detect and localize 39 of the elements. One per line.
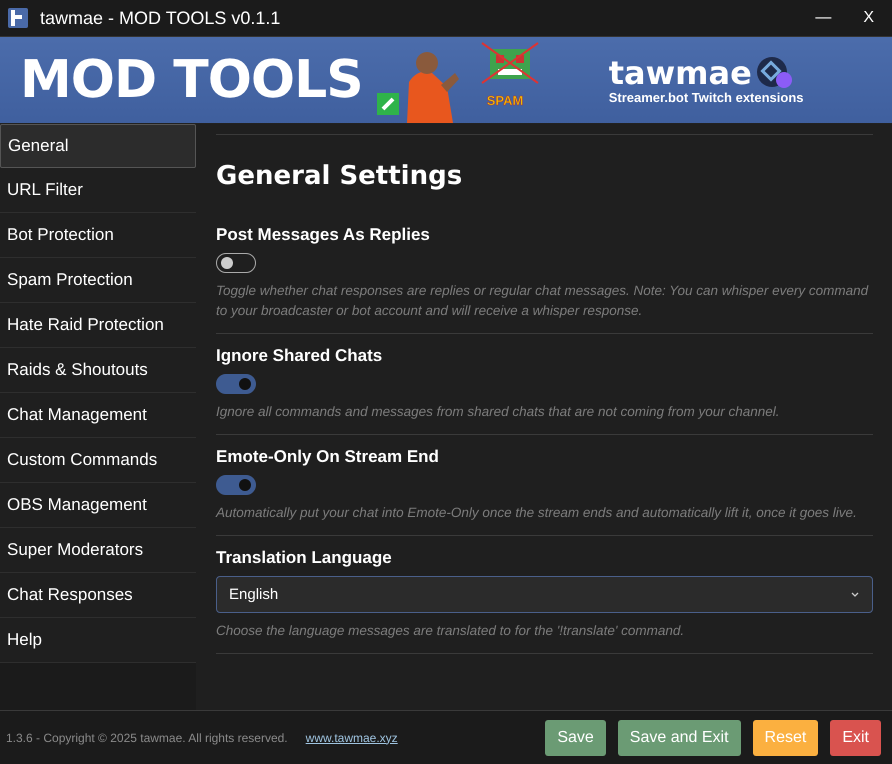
sidebar-item[interactable]: Hate Raid Protection xyxy=(0,303,196,348)
sidebar-item[interactable]: Help xyxy=(0,618,196,663)
setting-description: Automatically put your chat into Emote-Only once the stream ends and automatically lift it, once it goes live. xyxy=(216,504,858,522)
window-title: tawmae - MOD TOOLS v0.1.1 xyxy=(40,8,282,28)
chevron-icon xyxy=(850,590,860,599)
banner-title: MOD TOOLS xyxy=(20,50,363,110)
setting-description: Toggle whether chat responses are replies or regular chat messages. Note: You can whisper every command to your broadcaster or bot account and will receive a whisper response. xyxy=(216,282,870,320)
sidebar-item[interactable]: Bot Protection xyxy=(0,213,196,258)
sidebar-item[interactable]: General xyxy=(0,124,196,168)
setting-label: Emote-Only On Stream End xyxy=(216,447,440,467)
setting-label: Post Messages As Replies xyxy=(216,225,431,245)
page-heading: General Settings xyxy=(216,160,464,193)
language-dropdown[interactable]: English xyxy=(216,576,873,613)
setting-description: Ignore all commands and messages from shared chats that are not coming from your channel. xyxy=(216,403,781,421)
sidebar-item[interactable]: Chat Responses xyxy=(0,573,196,618)
setting-label: Ignore Shared Chats xyxy=(216,346,384,366)
setting-description: Choose the language messages are translated to for the '!translate' command. xyxy=(216,622,686,640)
tagline: Streamer.bot Twitch extensions xyxy=(608,90,804,104)
spam-label: SPAM xyxy=(486,93,524,108)
logo-icon xyxy=(756,56,794,90)
sidebar-item[interactable]: Spam Protection xyxy=(0,258,196,303)
copyright-text: 1.3.6 - Copyright © 2025 tawmae. All rights reserved. xyxy=(6,730,288,744)
sidebar-item[interactable]: OBS Management xyxy=(0,483,196,528)
app-icon xyxy=(8,8,28,28)
setting-label: Translation Language xyxy=(216,548,393,568)
sidebar-item[interactable]: Super Moderators xyxy=(0,528,196,573)
sidebar-item[interactable]: Chat Management xyxy=(0,393,196,438)
toggle-switch[interactable] xyxy=(216,374,256,394)
website-link[interactable]: www.tawmae.xyz xyxy=(306,730,534,744)
robot-icon xyxy=(480,41,540,85)
footer-button[interactable]: Exit xyxy=(830,720,881,756)
close-button[interactable]: X xyxy=(853,9,884,27)
sidebar-item[interactable]: Raids & Shoutouts xyxy=(0,348,196,393)
brand-name: tawmae xyxy=(608,56,752,88)
minimize-button[interactable]: — xyxy=(805,9,842,27)
sidebar-item[interactable]: Custom Commands xyxy=(0,438,196,483)
toggle-switch[interactable] xyxy=(216,253,256,273)
toggle-switch[interactable] xyxy=(216,475,256,495)
sidebar-item[interactable]: URL Filter xyxy=(0,168,196,213)
